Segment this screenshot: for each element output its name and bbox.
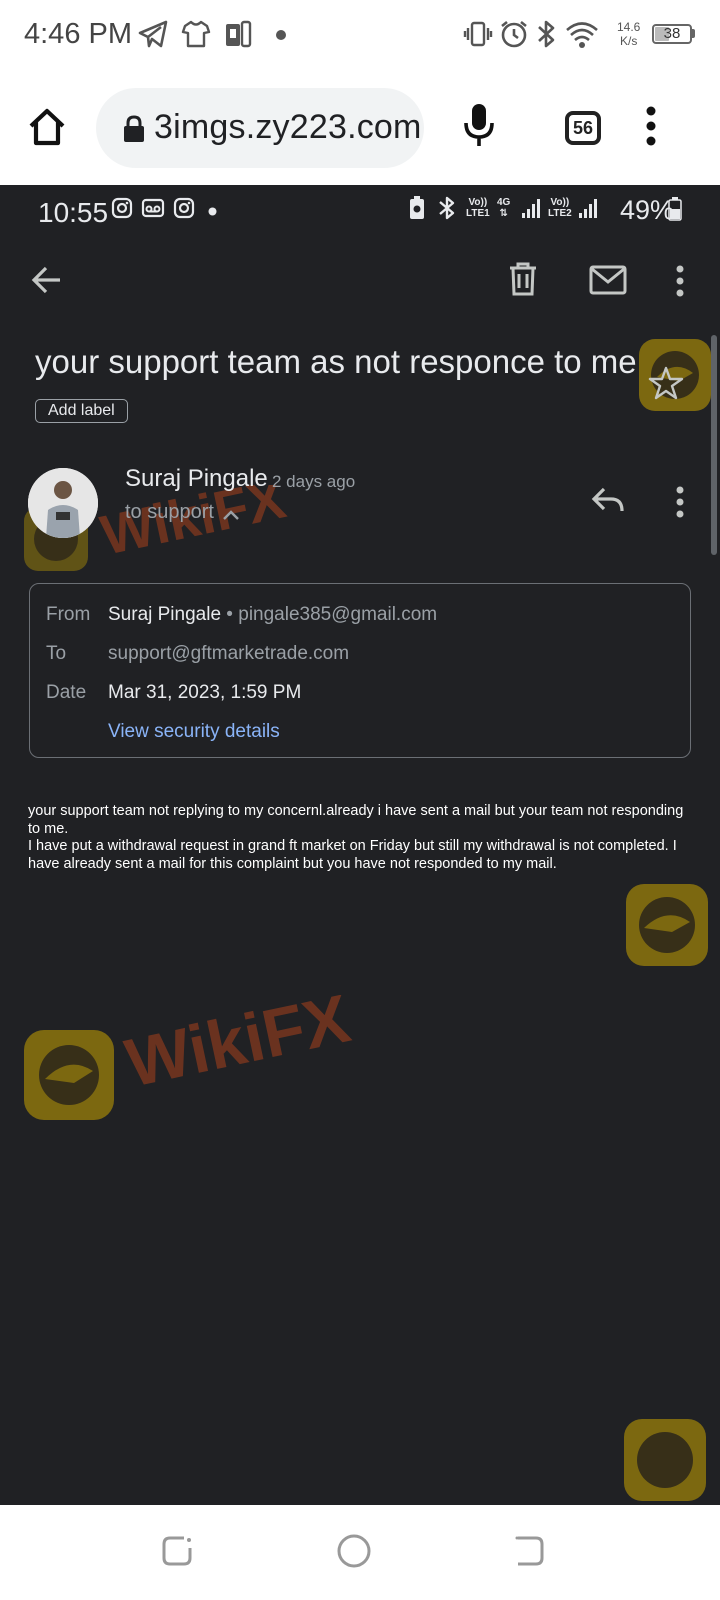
body-paragraph: your support team not replying to my con… [28, 803, 684, 837]
sim2-volte: Vo)) [550, 197, 570, 208]
email-subject: your support team as not responce to me [35, 343, 637, 380]
view-security-details-link[interactable]: View security details [108, 721, 280, 743]
tab-switcher-button[interactable]: 56 [565, 111, 601, 145]
date-label: Date [46, 682, 87, 703]
watermark-text: WikiFX [95, 485, 290, 567]
inner-status-time: 10:55 [38, 197, 109, 228]
delete-icon[interactable] [508, 261, 538, 302]
to-value: support@gftmarketrade.com [108, 643, 350, 664]
alarm-icon [498, 18, 530, 55]
recent-apps-icon[interactable] [160, 1534, 194, 1573]
from-value: Suraj Pingale • pingale385@gmail.com [108, 604, 437, 626]
network-speed: 14.6 K/s [617, 20, 640, 48]
email-body: your support team not replying to my con… [28, 803, 688, 873]
navigation-bar [0, 1505, 720, 1600]
chevron-up-icon[interactable] [221, 507, 241, 528]
address-bar[interactable]: 3imgs.zy223.com [96, 88, 424, 168]
wifi-icon [565, 18, 599, 55]
avatar[interactable] [28, 468, 98, 538]
watermark-text: WikiFX [119, 995, 356, 1102]
sim2-network: Vo)) LTE2 [548, 197, 572, 219]
star-icon[interactable] [648, 365, 684, 406]
microphone-icon[interactable] [462, 102, 496, 155]
sim2-lte: LTE2 [548, 208, 572, 219]
signal-1-icon [520, 197, 542, 224]
data-4g: 4G ⇅ [497, 197, 510, 219]
more-options-icon[interactable] [644, 106, 658, 151]
sim1-network: Vo)) LTE1 [466, 197, 490, 219]
battery-icon: 38 [652, 24, 692, 44]
reply-icon[interactable] [591, 485, 625, 520]
inner-battery-level: 49% [620, 195, 675, 225]
notification-dot-icon [275, 28, 287, 46]
body-paragraph: I have put a withdrawal request in grand… [28, 838, 677, 872]
watermark-logo [620, 1415, 710, 1505]
embedded-screenshot: 10:55 Vo)) LTE1 4G ⇅ Vo)) LTE2 49% WikiF… [0, 185, 720, 1505]
home-button-icon[interactable] [335, 1532, 373, 1575]
back-arrow-icon[interactable] [30, 263, 64, 302]
inner-battery-icon [668, 197, 682, 226]
telegram-icon [137, 18, 169, 55]
browser-toolbar: 3imgs.zy223.com 56 [0, 72, 720, 184]
data-arrows-icon: ⇅ [499, 208, 508, 219]
instagram-icon-2 [173, 197, 195, 224]
battery-level: 38 [663, 25, 681, 42]
notification-dot-icon [208, 203, 217, 221]
separator: • [221, 604, 239, 625]
recipient-summary[interactable]: to support [125, 501, 214, 524]
network-speed-value: 14.6 [617, 20, 641, 34]
from-label: From [46, 604, 91, 625]
home-icon[interactable] [26, 106, 68, 153]
signal-2-icon [577, 197, 599, 224]
sim1-volte: Vo)) [468, 197, 488, 208]
date-value: Mar 31, 2023, 1:59 PM [108, 682, 302, 703]
lock-icon[interactable] [122, 114, 146, 149]
add-label-chip[interactable]: Add label [35, 399, 128, 423]
from-name: Suraj Pingale [108, 604, 222, 625]
network-speed-unit: K/s [620, 34, 638, 48]
battery-saver-icon [407, 195, 427, 226]
scrollbar[interactable] [711, 335, 717, 555]
bluetooth-icon [436, 195, 458, 226]
watermark-logo: WikiFX [20, 980, 360, 1130]
vibrate-icon [462, 18, 494, 55]
watermark-logo [622, 880, 712, 975]
device-status-bar: 4:46 PM 14.6 K/s 38 [0, 0, 720, 72]
sim1-lte: LTE1 [466, 208, 490, 219]
shirt-icon [180, 18, 212, 55]
mark-unread-icon[interactable] [589, 265, 627, 300]
sender-name: Suraj Pingale [125, 465, 268, 492]
from-email: pingale385@gmail.com [238, 604, 438, 625]
url-text[interactable]: 3imgs.zy223.com [154, 108, 422, 147]
voicemail-icon [141, 197, 165, 224]
back-button-icon[interactable] [512, 1534, 546, 1573]
more-options-icon[interactable] [675, 265, 685, 302]
battery-tip [692, 29, 695, 38]
app-notification-icon [222, 18, 254, 55]
instagram-icon [111, 197, 133, 224]
sent-time-ago: 2 days ago [272, 472, 356, 491]
to-label: To [46, 643, 67, 664]
email-details-panel: From Suraj Pingale • pingale385@gmail.co… [29, 583, 691, 758]
bluetooth-icon [533, 18, 559, 55]
message-more-icon[interactable] [675, 486, 685, 523]
status-time: 4:46 PM [24, 18, 132, 50]
data-4g-label: 4G [497, 197, 511, 208]
